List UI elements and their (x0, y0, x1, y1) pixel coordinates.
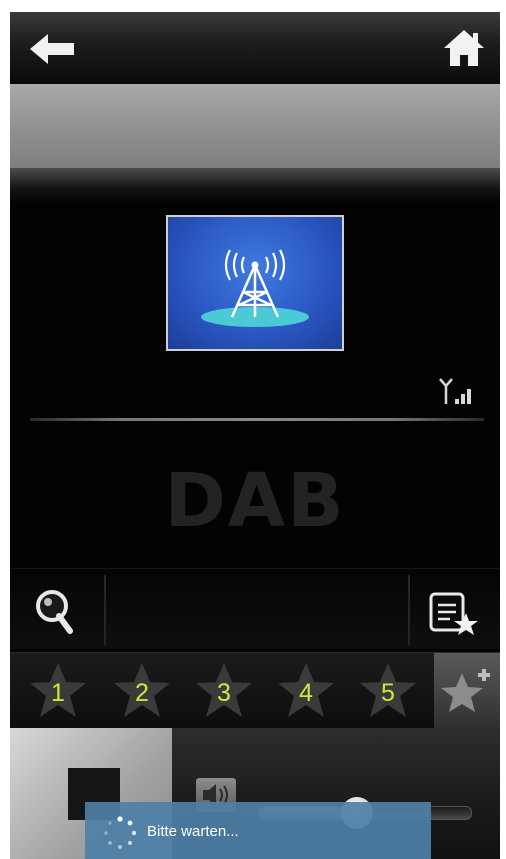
back-button[interactable] (28, 32, 78, 66)
top-bar (10, 12, 500, 86)
preset-5-label: 5 (381, 679, 395, 707)
home-icon (444, 30, 484, 66)
action-separator (408, 575, 410, 645)
loading-spinner-icon (104, 816, 137, 849)
preset-4-button[interactable]: 4 (264, 653, 348, 729)
action-separator (104, 575, 106, 645)
preset-2-label: 2 (135, 679, 149, 707)
divider-line (30, 418, 484, 421)
add-favorite-star-icon (441, 669, 490, 712)
preset-2-button[interactable]: 2 (100, 653, 184, 729)
mode-label: DAB (164, 458, 346, 544)
preset-3-label: 3 (217, 679, 231, 707)
preset-1-button[interactable]: 1 (16, 653, 100, 729)
home-button[interactable] (442, 28, 486, 68)
broadcast-tower-icon (201, 249, 309, 327)
header-shadow (10, 168, 500, 202)
action-row (10, 568, 500, 649)
preset-5-button[interactable]: 5 (346, 653, 430, 729)
preset-3-button[interactable]: 3 (182, 653, 266, 729)
preset-1-label: 1 (51, 679, 65, 707)
search-icon (36, 590, 73, 634)
favorites-list-button[interactable] (428, 591, 480, 639)
station-name-bar (10, 84, 500, 168)
radio-app-screen: DAB 1 2 3 4 5 Bitte warten... (10, 12, 500, 859)
add-favorite-button[interactable] (434, 653, 500, 729)
loading-toast: Bitte warten... (85, 802, 431, 859)
preset-4-label: 4 (299, 679, 313, 707)
signal-strength-icon (439, 378, 471, 404)
preset-row: 1 2 3 4 5 (10, 652, 500, 729)
station-logo (166, 215, 344, 351)
search-button[interactable] (30, 587, 80, 637)
toast-message: Bitte warten... (147, 823, 239, 840)
favorites-list-icon (429, 592, 478, 635)
arrow-left-icon (30, 34, 74, 64)
